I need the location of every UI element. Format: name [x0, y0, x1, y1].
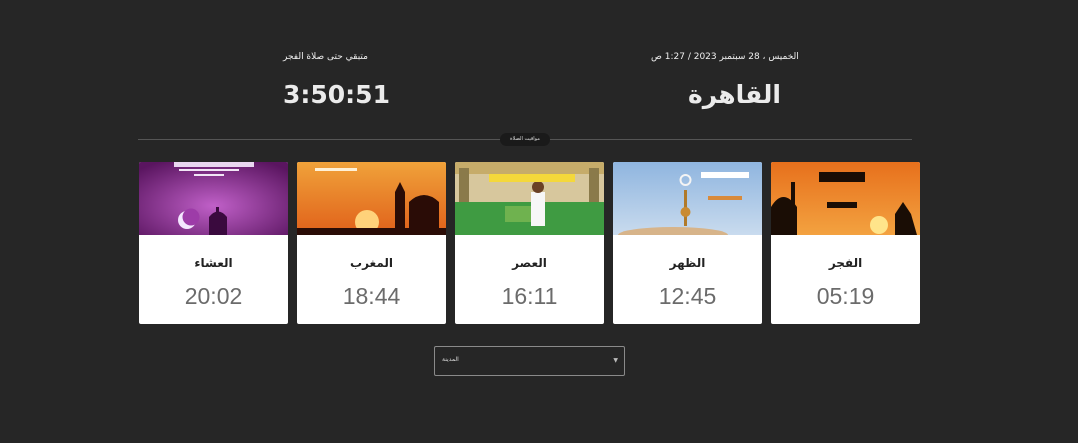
dhuhr-image [613, 162, 762, 235]
prayer-time: 18:44 [342, 283, 401, 309]
prayer-time: 05:19 [816, 283, 875, 309]
date-time: الخميس ، 28 سبتمبر 2023 / 1:27 ص [651, 52, 799, 62]
asr-image [455, 162, 604, 235]
prayer-time: 20:02 [184, 283, 243, 309]
prayer-name: الفجر [828, 256, 863, 270]
prayer-name: الظهر [669, 256, 706, 270]
prayer-card-asr: العصر 16:11 [455, 162, 604, 324]
prayer-name: العشاء [194, 256, 233, 270]
divider-label: مواقيت الصلاة [500, 133, 550, 146]
city-name: القاهرة [688, 80, 781, 109]
prayer-card-maghrib: المغرب 18:44 [297, 162, 446, 324]
prayer-card-isha: العشاء 20:02 [139, 162, 288, 324]
countdown-timer: 3:50:51 [283, 80, 390, 109]
maghrib-image [297, 162, 446, 235]
prayer-name: العصر [512, 256, 547, 270]
isha-image [139, 162, 288, 235]
city-select-label: المدينة [442, 356, 459, 363]
city-select[interactable]: المدينة ▼ [434, 346, 625, 376]
prayer-time: 16:11 [501, 283, 558, 309]
remaining-label: متبقي حتى صلاة الفجر [283, 52, 368, 62]
chevron-down-icon: ▼ [613, 357, 618, 364]
prayer-card-dhuhr: الظهر 12:45 [613, 162, 762, 324]
fajr-image [771, 162, 920, 235]
prayer-card-fajr: الفجر 05:19 [771, 162, 920, 324]
prayer-time: 12:45 [658, 283, 717, 309]
prayer-name: المغرب [350, 256, 393, 270]
